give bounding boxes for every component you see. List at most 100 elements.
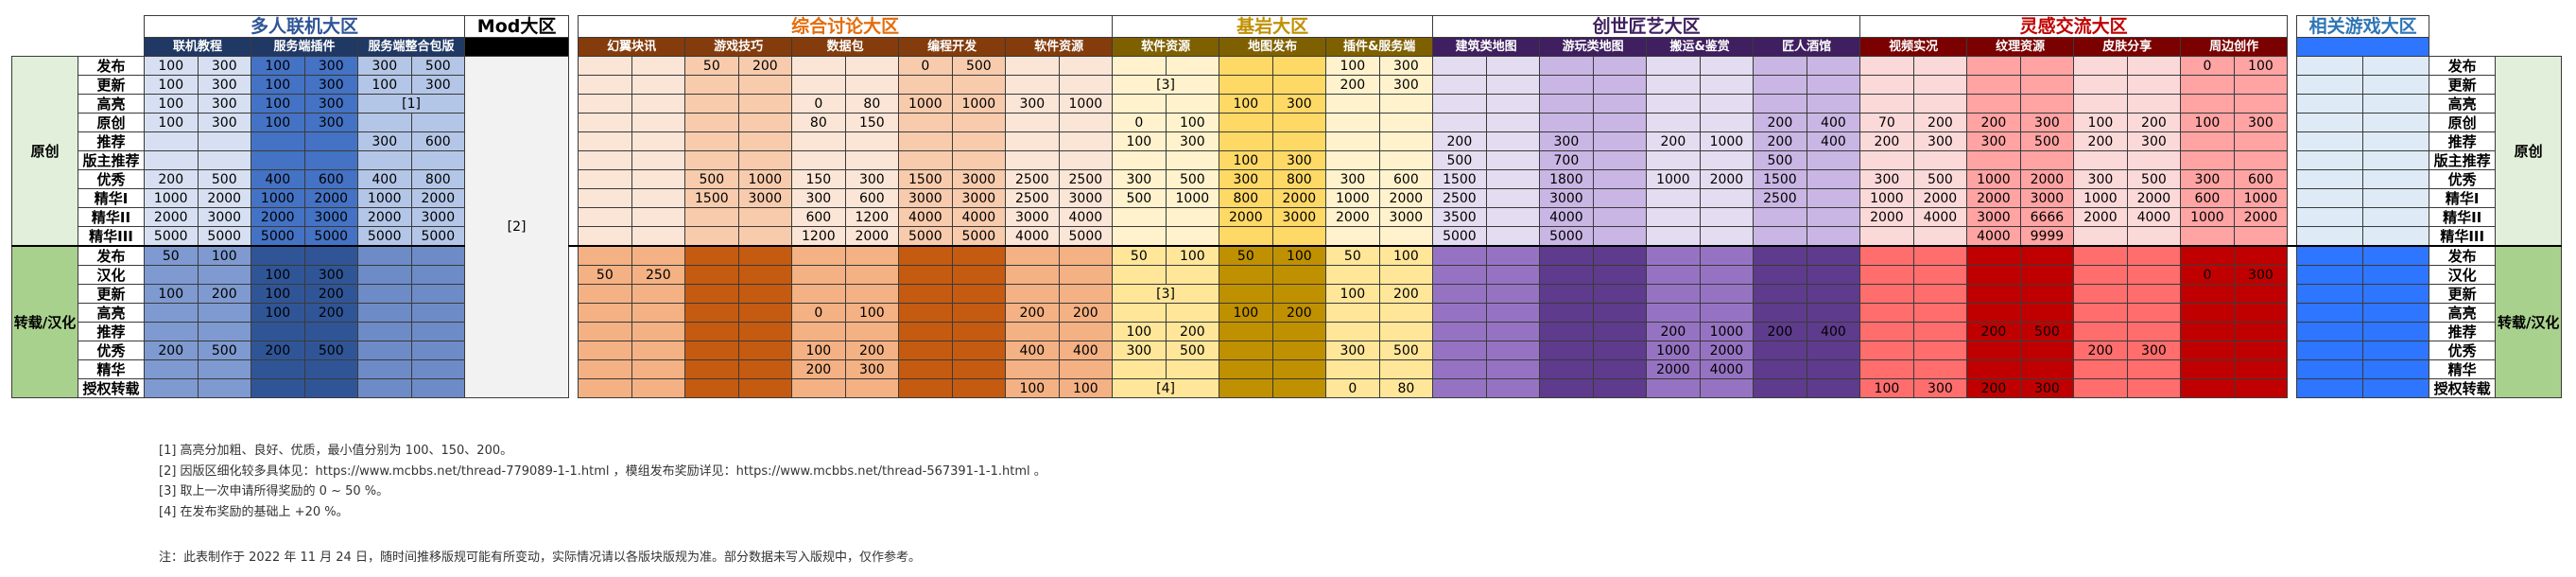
reward-max (2233, 94, 2289, 114)
reward-min: 2000 (1646, 359, 1701, 379)
row-label-left: 优秀 (78, 341, 145, 360)
reward-min (578, 341, 632, 360)
reward-min: 4000 (1539, 207, 1594, 227)
reward-min: 500 (684, 169, 739, 189)
reward-max: 200 (1912, 113, 1968, 132)
reward-min (1753, 378, 1807, 398)
reward-min (1646, 303, 1701, 323)
row-label-left: 授权转载 (78, 378, 145, 398)
reward-max (1485, 378, 1541, 398)
row-label-right: 高亮 (2429, 94, 2497, 114)
spacer (2287, 188, 2297, 208)
data-row: 推荐 300 600 100 300 200 300 200 1000 200 400 200 300 3… (12, 131, 2562, 151)
reward-min: 200 (144, 169, 199, 189)
reward-min (357, 341, 412, 360)
subforum-header: 搬运&鉴赏 (1646, 37, 1755, 57)
reward-min (1539, 245, 1594, 266)
reward-max (1485, 113, 1541, 132)
reward-min (2296, 113, 2364, 132)
subforum-header: 建筑类地图 (1432, 37, 1541, 57)
reward-max (1378, 113, 1434, 132)
reward-max: 3000 (737, 188, 793, 208)
subforum-header: 视频实况 (1859, 37, 1968, 57)
reward-max: 300 (2233, 113, 2289, 132)
reward-max (2362, 284, 2430, 304)
reward-max: 500 (1378, 341, 1434, 360)
reward-max: 5000 (1058, 226, 1114, 247)
reward-max (631, 75, 686, 95)
reward-min (1219, 226, 1273, 247)
row-label-right: 发布 (2429, 56, 2497, 76)
reward-max (1912, 75, 1968, 95)
reward-min (2180, 94, 2235, 114)
reward-max (1165, 359, 1220, 379)
reward-min (684, 265, 739, 285)
reward-max (631, 131, 686, 151)
reward-max (1699, 188, 1755, 208)
reward-max (1165, 56, 1220, 76)
spacer (568, 378, 579, 398)
reward-min: 5000 (357, 226, 412, 247)
reward-min (578, 378, 632, 398)
row-label-left: 汉化 (78, 265, 145, 285)
reward-max (631, 322, 686, 341)
reward-max (2362, 245, 2430, 266)
reward-max: 500 (303, 341, 358, 360)
reward-max: 500 (197, 341, 251, 360)
reward-max (1806, 303, 1861, 323)
reward-min: 5000 (251, 226, 305, 247)
reward-max (1592, 56, 1648, 76)
reward-min (1539, 378, 1594, 398)
reward-min (1112, 359, 1167, 379)
reward-min (578, 207, 632, 227)
spacer (568, 37, 579, 57)
row-label-right: 高亮 (2429, 303, 2497, 323)
reward-max: 100 (2233, 56, 2289, 76)
reward-max (2362, 226, 2430, 247)
subforum-header: 幻翼块讯 (578, 37, 686, 57)
reward-max (303, 322, 358, 341)
row-label-right: 优秀 (2429, 341, 2497, 360)
reward-min: 3000 (1966, 207, 2021, 227)
reward-max (1271, 226, 1327, 247)
reward-max: 3000 (951, 188, 1007, 208)
reward-max (1806, 245, 1861, 266)
reward-min (578, 359, 632, 379)
reward-max: 80 (1378, 378, 1434, 398)
row-label-left: 精华I (78, 188, 145, 208)
reward-min: 0 (791, 94, 846, 114)
reward-max (2233, 131, 2289, 151)
reward-max (410, 359, 466, 379)
reward-max (1378, 94, 1434, 114)
reward-min (1539, 113, 1594, 132)
reward-max: 300 (1912, 378, 1968, 398)
reward-max (1592, 188, 1648, 208)
reward-max (2126, 359, 2182, 379)
reward-min (1753, 341, 1807, 360)
reward-max (1592, 359, 1648, 379)
spacer (568, 94, 579, 114)
reward-min: 50 (1325, 245, 1380, 266)
spacer (568, 15, 579, 38)
reward-min (1859, 245, 1914, 266)
reward-max (410, 341, 466, 360)
reward-max (2019, 303, 2075, 323)
reward-max (1806, 341, 1861, 360)
reward-min (2180, 303, 2235, 323)
reward-min: 1000 (1646, 169, 1701, 189)
reward-max (2362, 207, 2430, 227)
reward-max (2126, 245, 2182, 266)
reward-min: 1000 (2180, 207, 2235, 227)
reward-min (2296, 75, 2364, 95)
reward-min (1325, 359, 1380, 379)
reward-min (1219, 359, 1273, 379)
reward-max (2019, 341, 2075, 360)
reward-min (1432, 245, 1487, 266)
spacer (2287, 94, 2297, 114)
section-title-inspire: 灵感交流大区 (1859, 15, 2289, 38)
data-row: 优秀 200 500 400 600 400 800 500 1000 150 300 1500 300… (12, 169, 2562, 189)
reward-min: 100 (144, 284, 199, 304)
reward-max (1592, 322, 1648, 341)
reward-max (1058, 265, 1114, 285)
reward-max (1485, 56, 1541, 76)
